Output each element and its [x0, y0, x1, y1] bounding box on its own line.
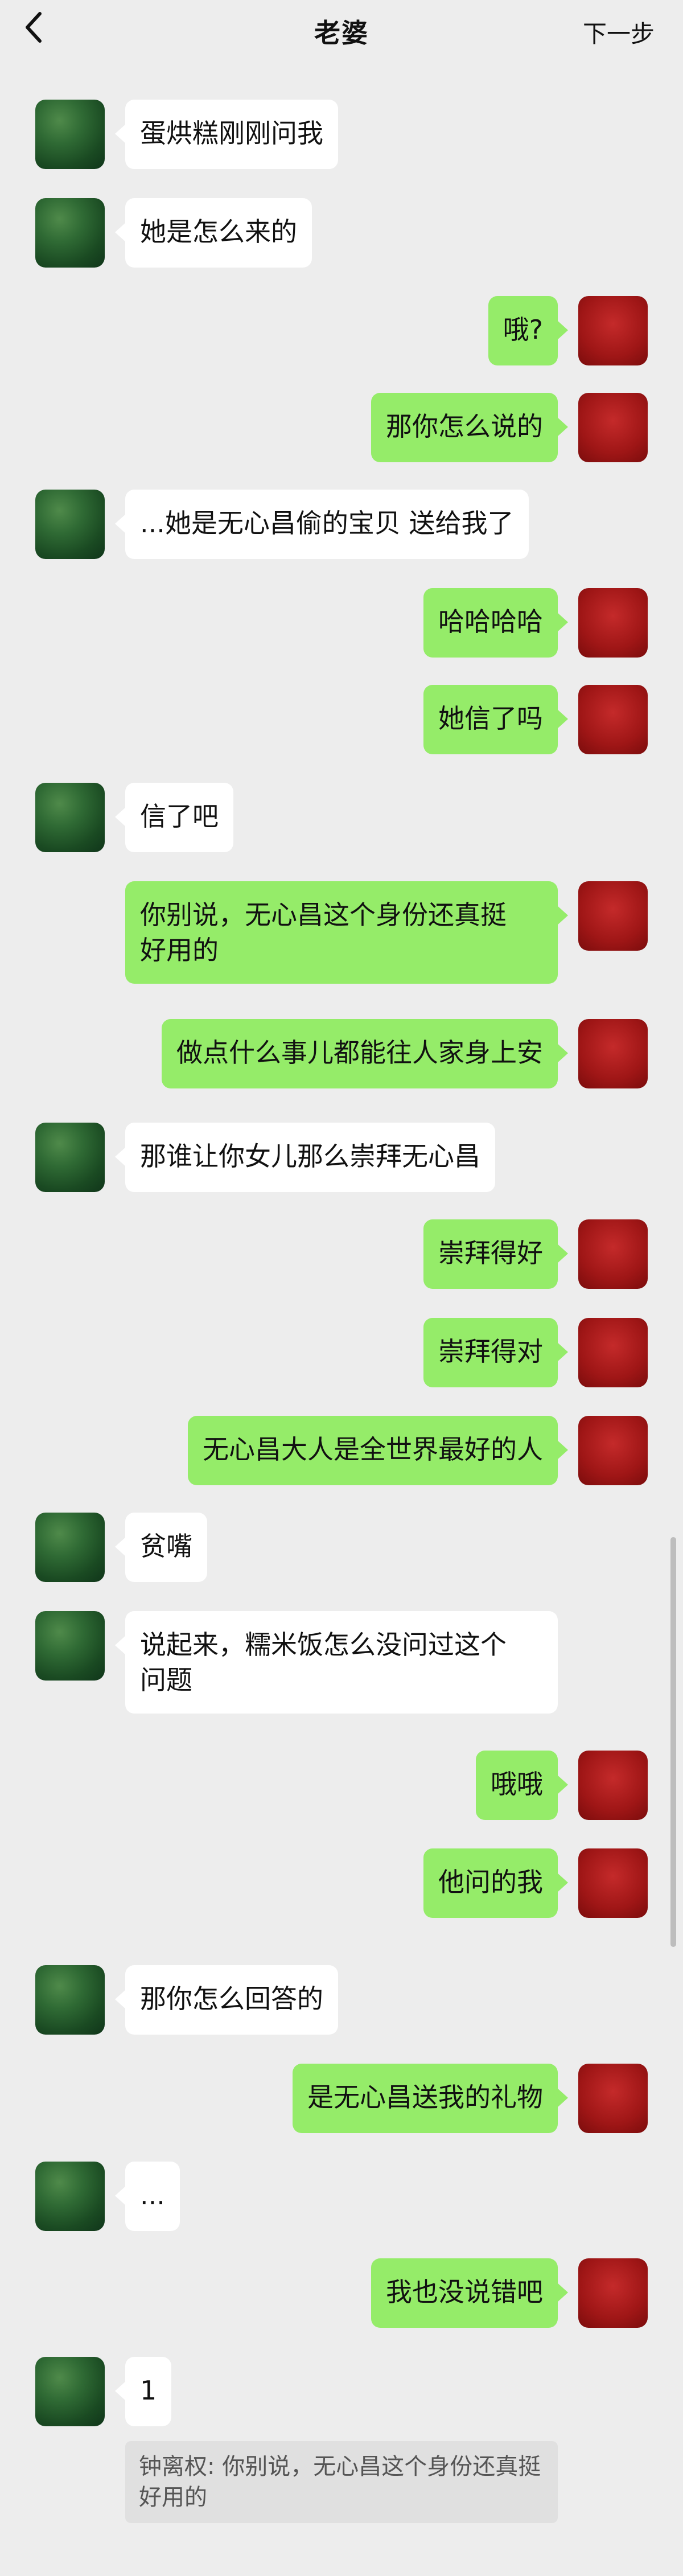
message-bubble[interactable]: 贫嘴 — [115, 1513, 207, 1582]
message-bubble[interactable]: ...她是无心昌偷的宝贝 送给我了 — [115, 490, 529, 559]
self-avatar[interactable] — [578, 1219, 648, 1289]
self-avatar[interactable] — [578, 1416, 648, 1485]
contact-avatar[interactable] — [35, 783, 105, 852]
message-bubble[interactable]: 她信了吗 — [423, 685, 568, 754]
message-bubble[interactable]: 哦? — [488, 296, 569, 365]
contact-avatar[interactable] — [35, 1611, 105, 1681]
message-bubble[interactable]: 信了吧 — [115, 783, 233, 852]
message-bubble[interactable]: 他问的我 — [423, 1848, 568, 1918]
self-avatar[interactable] — [578, 1019, 648, 1088]
message-bubble[interactable]: 哈哈哈哈 — [423, 588, 568, 658]
self-avatar[interactable] — [578, 2258, 648, 2328]
message-bubble[interactable]: 说起来，糯米饭怎么没问过这个 问题 — [115, 1611, 558, 1714]
message-bubble[interactable]: 我也没说错吧 — [371, 2258, 568, 2328]
contact-avatar[interactable] — [35, 490, 105, 559]
message-bubble[interactable]: 是无心昌送我的礼物 — [293, 2064, 568, 2133]
self-avatar[interactable] — [578, 1751, 648, 1820]
contact-avatar[interactable] — [35, 2357, 105, 2426]
scrollbar[interactable] — [670, 1537, 676, 1947]
self-avatar[interactable] — [578, 1848, 648, 1918]
self-avatar[interactable] — [578, 393, 648, 462]
contact-avatar[interactable] — [35, 1513, 105, 1582]
self-avatar[interactable] — [578, 2064, 648, 2133]
self-avatar[interactable] — [578, 296, 648, 365]
message-bubble[interactable]: ... — [115, 2162, 180, 2231]
message-bubble[interactable]: 哦哦 — [476, 1751, 568, 1820]
message-bubble[interactable]: 做点什么事儿都能往人家身上安 — [162, 1019, 568, 1088]
contact-avatar[interactable] — [35, 1965, 105, 2035]
message-bubble[interactable]: 1 — [114, 2357, 172, 2426]
self-avatar[interactable] — [578, 588, 648, 658]
contact-avatar[interactable] — [35, 1123, 105, 1192]
contact-avatar[interactable] — [35, 198, 105, 268]
message-bubble[interactable]: 那你怎么说的 — [371, 393, 568, 462]
message-bubble[interactable]: 崇拜得好 — [423, 1219, 568, 1289]
self-avatar[interactable] — [578, 881, 648, 951]
chat-area[interactable]: 蛋烘糕刚刚问我 她是怎么来的 哦? 那你怎么说的 ...她是无心昌偷的宝贝 送给… — [0, 0, 683, 2576]
message-bubble[interactable]: 那你怎么回答的 — [115, 1965, 338, 2035]
message-bubble[interactable]: 你别说，无心昌这个身份还真挺 好用的 — [125, 881, 568, 984]
contact-avatar[interactable] — [35, 100, 105, 169]
message-bubble[interactable]: 那谁让你女儿那么崇拜无心昌 — [115, 1123, 495, 1192]
message-bubble[interactable]: 蛋烘糕刚刚问我 — [115, 100, 338, 169]
message-bubble[interactable]: 无心昌大人是全世界最好的人 — [188, 1416, 568, 1485]
message-bubble[interactable]: 她是怎么来的 — [115, 198, 312, 268]
message-bubble[interactable]: 崇拜得对 — [423, 1318, 568, 1387]
quoted-reply[interactable]: 钟离权: 你别说，无心昌这个身份还真挺好用的 — [125, 2441, 558, 2523]
contact-avatar[interactable] — [35, 2162, 105, 2231]
self-avatar[interactable] — [578, 1318, 648, 1387]
self-avatar[interactable] — [578, 685, 648, 754]
